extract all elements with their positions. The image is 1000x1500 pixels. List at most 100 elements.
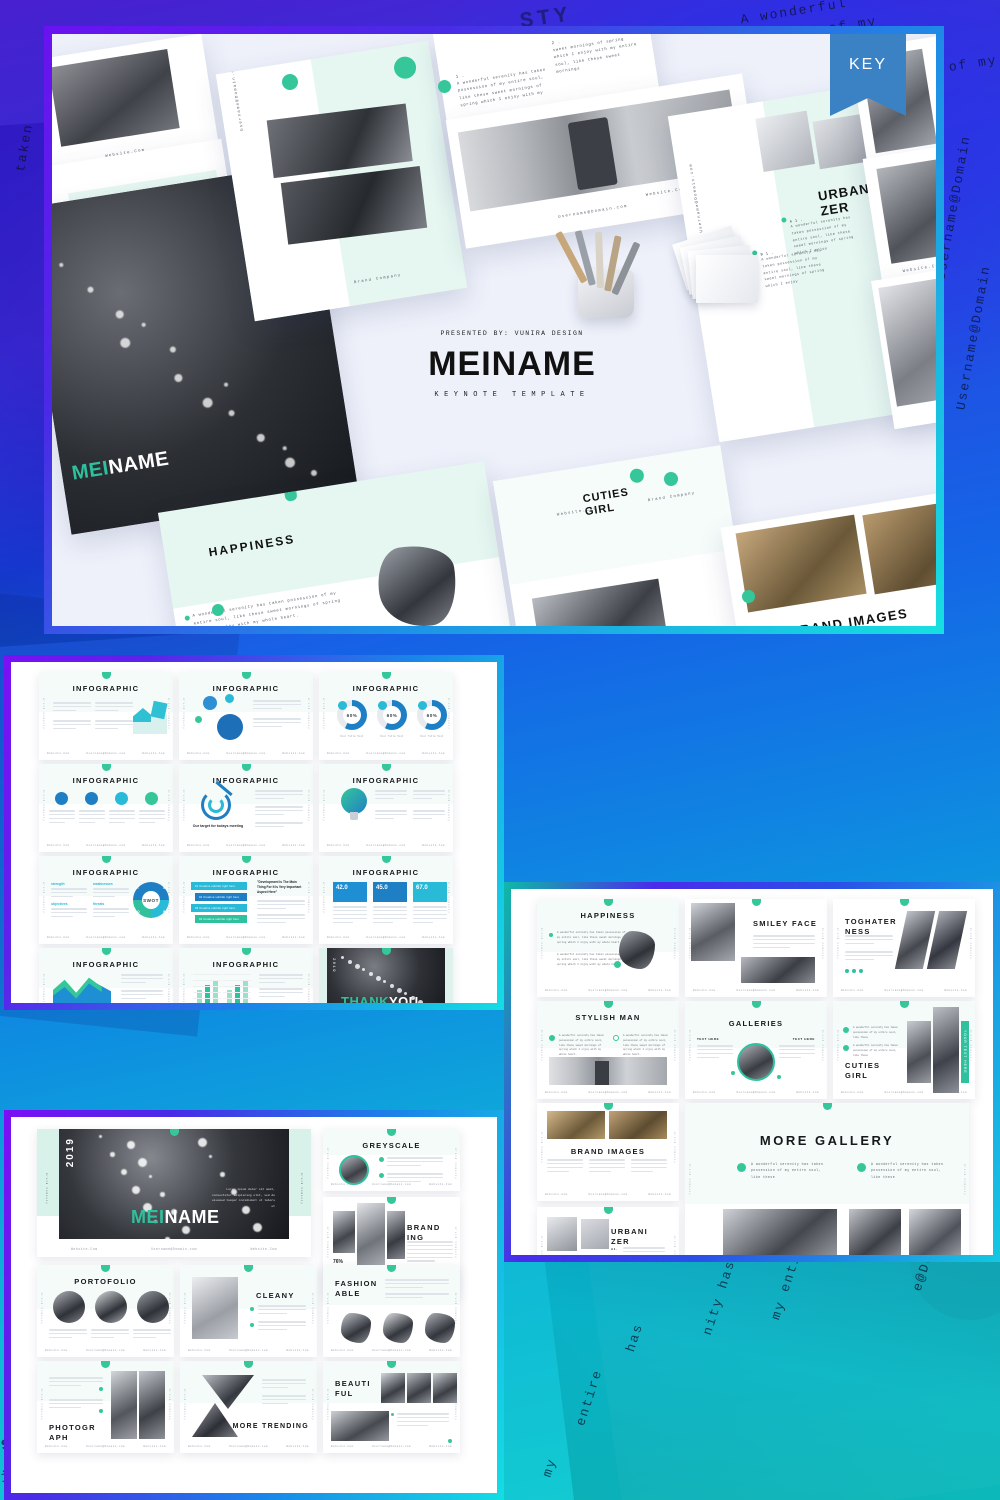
card-tab-icon bbox=[169, 1129, 179, 1136]
footer-center: Username@Domain.com bbox=[371, 1349, 412, 1352]
slide-card-meiname-cover[interactable]: MEINAMEWebsite.ComUsername@Domain.comWeb… bbox=[37, 1129, 311, 1257]
side-label-right: Brand Company bbox=[969, 1030, 972, 1063]
body-text: A wonderful serenity has taken possessio… bbox=[853, 1026, 899, 1039]
card-tab-icon bbox=[381, 948, 391, 955]
slide-card-greyscale[interactable]: GREYSCALE Website.Com Username@Domain.com W… bbox=[323, 1129, 460, 1191]
bokeh-dot bbox=[369, 972, 373, 976]
bokeh-dot bbox=[198, 1138, 208, 1148]
slide-card-thankyou[interactable]: THANKYOU2019Website.ComUsername@Domain.c… bbox=[319, 948, 453, 1003]
slide-card-stylishman[interactable]: STYLISH MAN Website.Com Username@Domain.co… bbox=[537, 1001, 679, 1099]
side-label-right: Brand Company bbox=[311, 1292, 314, 1325]
slide-card-brandimages[interactable]: BRAND IMAGES Website.Com Username@Domain.c… bbox=[537, 1103, 679, 1201]
body-lines bbox=[95, 720, 133, 732]
body-lines bbox=[375, 790, 407, 802]
footer-right: Website.Com bbox=[944, 989, 967, 992]
slide-card-cleany[interactable]: CLEANY Website.Com Username@Domain.com Webs… bbox=[180, 1265, 317, 1357]
slide-card-donuts[interactable]: INFOGRAPHIC Website.Com Username@Domain.co… bbox=[319, 672, 453, 760]
slide-card-beautiful[interactable]: BEAUTI FUL Website.Com Username@Domain.com… bbox=[323, 1361, 460, 1453]
kpi-value: 45.0 bbox=[376, 885, 388, 891]
footer-right: Website.Com bbox=[282, 936, 305, 939]
footer-center: Username@Domain.com bbox=[366, 936, 406, 939]
ribbon-item[interactable]: 02 Creative subtitle right here bbox=[195, 893, 247, 901]
body-lines bbox=[79, 810, 105, 826]
ribbon-item[interactable]: 04 Creative subtitle right here bbox=[195, 915, 247, 923]
photo-blob bbox=[341, 1313, 371, 1343]
hero-paper-stack bbox=[672, 225, 774, 324]
slide-card-area-chart-2[interactable]: INFOGRAPHICWebsite.ComUsername@Domain.co… bbox=[39, 948, 173, 1003]
slide-card-urbanizer[interactable]: URBANI ZERWebsite.ComUsername@Domain.com… bbox=[537, 1207, 679, 1255]
grid-line bbox=[223, 992, 251, 993]
footer-center: Username@Domain.com bbox=[228, 1349, 269, 1352]
slide-card-galleries[interactable]: GALLERIES Website.Com Username@Domain.com W… bbox=[685, 1001, 827, 1099]
slide-card-area-chart[interactable]: INFOGRAPHIC Website.Com Username@Domain.co… bbox=[39, 672, 173, 760]
side-label-left: Brand Company bbox=[540, 1132, 543, 1165]
slide-card-photograph[interactable]: PHOTOGR APH Website.Com Username@Domain.co… bbox=[37, 1361, 174, 1453]
slide-card-bulb[interactable]: INFOGRAPHIC Website.Com Username@Domain.co… bbox=[319, 764, 453, 852]
slide-card-swot[interactable]: INFOGRAPHIC Website.Com Username@Domain.co… bbox=[39, 856, 173, 944]
donut-hole: 60% bbox=[423, 706, 441, 724]
body-text: A wonderful serenity has taken possessio… bbox=[871, 1162, 944, 1179]
grid-line bbox=[223, 998, 251, 999]
side-label-right: Brand Company bbox=[673, 928, 676, 961]
slide-card-smiley[interactable]: SMILEY FACE Website.Com Username@Domain.co… bbox=[685, 899, 827, 997]
slide-card-happiness[interactable]: HAPPINESS Website.Com Username@Domain.com W… bbox=[537, 899, 679, 997]
side-label-left: Brand Company bbox=[40, 1292, 43, 1325]
card-tab-icon bbox=[899, 899, 909, 906]
bulb-glass bbox=[341, 788, 367, 814]
accent-dot bbox=[614, 961, 621, 968]
side-label-left: Brand Company bbox=[322, 790, 325, 823]
side-label-left: Brand Company bbox=[326, 1227, 329, 1259]
card-footer: Website.Com Username@Domain.com Website.Co… bbox=[188, 1445, 309, 1448]
footer-left: Website.Com bbox=[327, 752, 350, 755]
slide-card-fashionable[interactable]: FASHION ABLE Website.Com Username@Domain.c… bbox=[323, 1265, 460, 1357]
slide-card-target[interactable]: INFOGRAPHIC Website.Com Username@Domain.co… bbox=[179, 764, 313, 852]
gallery-photo bbox=[849, 1209, 901, 1255]
slide-card-kpi-boxes[interactable]: INFOGRAPHIC Website.Com Username@Domain.co… bbox=[319, 856, 453, 944]
side-label-left: Brand Company bbox=[688, 1030, 691, 1063]
card-tab-icon bbox=[381, 856, 391, 863]
card-footer: Website.Com Username@Domain.com Website.Co… bbox=[841, 989, 967, 992]
hero-preview-panel[interactable]: Website.ComBrand Company2019MEINAMEUsern… bbox=[44, 26, 944, 634]
bokeh-dot bbox=[110, 1152, 115, 1157]
ribbon-item[interactable]: 01 Creative subtitle right here bbox=[191, 882, 247, 890]
donut-marker bbox=[338, 701, 347, 710]
card-footer: Website.Com Username@Domain.com Website.Co… bbox=[47, 844, 165, 847]
photo-portrait bbox=[691, 903, 735, 961]
footer-left: Website.Com bbox=[45, 1445, 68, 1448]
portfolio-slides-panel[interactable]: MEINAMEWebsite.ComUsername@Domain.comWeb… bbox=[4, 1110, 504, 1500]
slide-card-bubbles[interactable]: INFOGRAPHIC Website.Com Username@Domain.co… bbox=[179, 672, 313, 760]
hero-title-block: PRESENTED BY: VUNIRA DESIGN MEINAME KEYN… bbox=[352, 330, 672, 399]
footer-left: Website.Com bbox=[841, 1091, 864, 1094]
slide-card-cutiesgirl[interactable]: CUTIES GIRL Website.Com Username@Domain.co… bbox=[833, 1001, 975, 1099]
footer-right: Website.Com bbox=[648, 1193, 671, 1196]
bokeh-dot bbox=[99, 1135, 102, 1138]
side-label-left: Brand Company bbox=[40, 1388, 43, 1421]
slide-card-icon-row[interactable]: INFOGRAPHIC Website.Com Username@Domain.co… bbox=[39, 764, 173, 852]
kpi-value: 42.0 bbox=[336, 885, 348, 891]
slide-card-moretrending[interactable]: MORE TRENDING Website.Com Username@Domain.… bbox=[180, 1361, 317, 1453]
slide-card-ribbon-list[interactable]: INFOGRAPHIC Website.Com Username@Domain.co… bbox=[179, 856, 313, 944]
slide-card-portofolio[interactable]: PORTOFOLIO Website.Com Username@Domain.com… bbox=[37, 1265, 174, 1357]
footer-right: Website.Com bbox=[422, 936, 445, 939]
bokeh-dot bbox=[127, 1141, 135, 1149]
hero-tab bbox=[283, 491, 298, 502]
body-lines bbox=[631, 1159, 667, 1175]
footer-right: Website.Com bbox=[286, 1445, 309, 1448]
card-tab-icon bbox=[603, 899, 613, 906]
photo-slides-panel[interactable]: HAPPINESS Website.Com Username@Domain.com W… bbox=[504, 882, 1000, 1262]
ribbon-item[interactable]: 03 Creative subtitle right here bbox=[191, 904, 247, 912]
scene-accent-dot bbox=[742, 590, 755, 603]
footer-right: Website.Com bbox=[796, 1091, 819, 1094]
grid-line bbox=[193, 974, 221, 975]
side-label-left: Brand Company bbox=[182, 882, 185, 915]
side-label-left: Brand Company bbox=[182, 698, 185, 731]
footer-center: Username@Domain.com bbox=[85, 1349, 126, 1352]
icon-circle bbox=[85, 792, 98, 805]
infographic-slides-panel[interactable]: INFOGRAPHIC Website.Com Username@Domain.co… bbox=[4, 655, 504, 1010]
side-label-left: Brand Company bbox=[45, 1172, 48, 1205]
slide-card-bar-chart[interactable]: INFOGRAPHICWebsite.ComUsername@Domain.co… bbox=[179, 948, 313, 1003]
bullet-number bbox=[379, 1157, 384, 1162]
slide-card-toghater[interactable]: TOGHATER NESS Website.Com Username@Domain.… bbox=[833, 899, 975, 997]
slide-card-moregallery[interactable]: MORE GALLERYWebsite.ComUsername@Domain.c… bbox=[685, 1103, 969, 1255]
card-footer: Website.Com Username@Domain.com Website.Co… bbox=[327, 844, 445, 847]
